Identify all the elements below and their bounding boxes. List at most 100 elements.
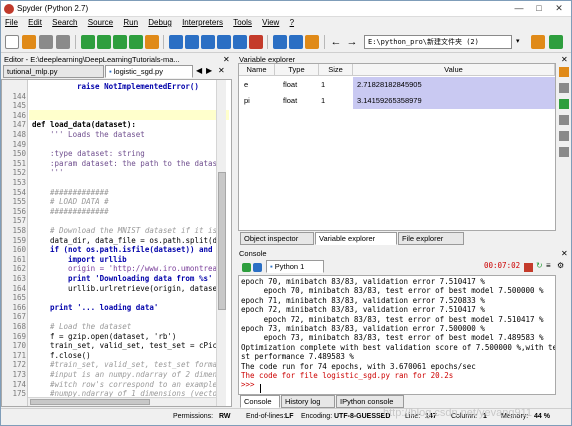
status-bar: Permissions: RW End-of-lines: LF Encodin…	[1, 407, 571, 425]
code-line: urllib.urlretrieve(origin, dataset	[68, 283, 222, 293]
stop-icon[interactable]	[524, 263, 533, 272]
console-output[interactable]: epoch 70, minibatch 83/83, validation er…	[238, 275, 556, 395]
menu-interpreters[interactable]: Interpreters	[178, 17, 227, 28]
menu-view[interactable]: View	[258, 17, 283, 28]
console-title: Console	[239, 249, 267, 258]
run-selection-icon[interactable]	[97, 35, 111, 49]
tab-history-log[interactable]: History log	[281, 395, 335, 408]
stop-debug-icon[interactable]	[249, 35, 263, 49]
tab-object-inspector[interactable]: Object inspector	[240, 232, 314, 245]
preferences-icon[interactable]	[305, 35, 319, 49]
tab-console[interactable]: Console	[240, 395, 280, 408]
tab-tutional-mlp[interactable]: tutional_mlp.py	[3, 65, 104, 78]
code-line: print 'Downloading data from %s' %	[68, 274, 222, 283]
line-number: 162	[12, 264, 26, 274]
editor-horizontal-scrollbar[interactable]	[28, 397, 216, 406]
menu-debug[interactable]: Debug	[144, 17, 176, 28]
tab-logistic-sgd[interactable]: ▪ logistic_sgd.py	[105, 65, 193, 78]
forward-arrow-icon[interactable]: →	[345, 35, 359, 49]
column-header-value[interactable]: Value	[353, 64, 555, 76]
change-dir-icon[interactable]	[549, 35, 563, 49]
code-line: raise NotImplementedError()	[77, 82, 199, 91]
save-data-icon[interactable]	[559, 83, 569, 93]
table-row[interactable]: e float 1 2.71828182845905	[239, 77, 555, 93]
table-row[interactable]: pi float 1 3.14159265358979	[239, 93, 555, 109]
tab-file-explorer[interactable]: File explorer	[398, 232, 464, 245]
working-directory-input[interactable]: E:\python_pro\新建文件夹 (2)	[364, 35, 512, 49]
editor-vertical-scrollbar[interactable]	[216, 80, 226, 406]
console-options-icon[interactable]	[253, 263, 262, 272]
line-number: 150	[12, 149, 26, 159]
minimize-button[interactable]: —	[509, 2, 529, 15]
line-number: 173	[12, 370, 26, 379]
tab-scroll-right-icon[interactable]: ▶	[206, 66, 212, 75]
menu-tools[interactable]: Tools	[229, 17, 256, 28]
console-line: epoch 73, minibatch 83/83, validation er…	[241, 324, 485, 333]
menu-help[interactable]: ?	[286, 17, 298, 28]
print-icon[interactable]	[559, 131, 569, 141]
tab-variable-explorer[interactable]: Variable explorer	[315, 232, 397, 245]
close-tab-icon[interactable]: ✕	[218, 66, 225, 75]
toolbar: ← → E:\python_pro\新建文件夹 (2) ▾	[1, 31, 571, 53]
debug-icon[interactable]	[169, 35, 183, 49]
line-number: 160	[12, 245, 26, 255]
save-all-icon[interactable]	[56, 35, 70, 49]
column-header-name[interactable]: Name	[239, 64, 275, 76]
line-number: 158	[12, 226, 26, 235]
menu-search[interactable]: Search	[48, 17, 81, 28]
menu-source[interactable]: Source	[84, 17, 117, 28]
open-folder-icon[interactable]	[22, 35, 36, 49]
line-number: 174	[12, 379, 26, 389]
maximize-button[interactable]: □	[529, 2, 549, 15]
menu-run[interactable]: Run	[119, 17, 142, 28]
options-icon[interactable]	[559, 147, 569, 157]
close-pane-icon[interactable]: ✕	[561, 249, 568, 258]
window-title: Spyder (Python 2.7)	[17, 4, 89, 13]
run-settings-icon[interactable]	[145, 35, 159, 49]
column-header-type[interactable]: Type	[275, 64, 319, 76]
file-tab-label: logistic_sgd.py	[113, 67, 163, 76]
console-line: epoch 73, minibatch 83/83, test error of…	[241, 333, 544, 343]
import-data-icon[interactable]	[559, 67, 569, 77]
step-return-icon[interactable]	[217, 35, 231, 49]
line-number: 146	[12, 110, 26, 120]
chevron-down-icon[interactable]: ▾	[516, 35, 526, 49]
line-number: 149	[12, 139, 26, 149]
tab-scroll-left-icon[interactable]: ◀	[196, 66, 202, 75]
save-icon[interactable]	[39, 35, 53, 49]
browse-folder-icon[interactable]	[531, 35, 545, 49]
step-icon[interactable]	[185, 35, 199, 49]
code-line: origin = 'http://www.iro.umontreal	[68, 264, 222, 274]
step-into-icon[interactable]	[201, 35, 215, 49]
close-pane-icon[interactable]: ✕	[223, 55, 230, 64]
run-cell-advance-icon[interactable]	[129, 35, 143, 49]
console-caret	[260, 384, 261, 393]
continue-icon[interactable]	[233, 35, 247, 49]
save-as-icon[interactable]	[559, 115, 569, 125]
menu-icon[interactable]: ≡	[546, 261, 551, 270]
run-again-icon[interactable]: ↻	[536, 261, 543, 270]
var-value: 2.71828182845905	[357, 80, 422, 89]
var-type: float	[283, 96, 298, 105]
watermark: http://blog.csdn.net/yevang911	[383, 407, 533, 419]
menu-file[interactable]: File	[1, 17, 22, 28]
maximize-pane-icon[interactable]	[273, 35, 287, 49]
code-line: # Download the MNIST dataset if it is	[50, 226, 218, 235]
column-header-size[interactable]: Size	[319, 64, 353, 76]
tab-python-1[interactable]: ▪ Python 1	[266, 260, 324, 273]
code-line: # Load the dataset	[50, 322, 132, 331]
close-button[interactable]: ✕	[549, 2, 569, 15]
eol-value: LF	[285, 413, 294, 420]
back-arrow-icon[interactable]: ←	[329, 35, 343, 49]
run-cell-icon[interactable]	[113, 35, 127, 49]
run-icon[interactable]	[81, 35, 95, 49]
new-file-icon[interactable]	[5, 35, 19, 49]
gear-icon[interactable]: ⚙	[557, 261, 564, 270]
console-line: epoch 72, minibatch 83/83, test error of…	[241, 314, 544, 324]
console-line: epoch 70, minibatch 83/83, test error of…	[241, 286, 544, 296]
fullscreen-icon[interactable]	[289, 35, 303, 49]
code-editor[interactable]: raise NotImplementedError() 144 145 146 147 d…	[1, 79, 232, 407]
new-console-icon[interactable]	[242, 263, 251, 272]
download-icon[interactable]	[559, 99, 569, 109]
menu-edit[interactable]: Edit	[24, 17, 46, 28]
